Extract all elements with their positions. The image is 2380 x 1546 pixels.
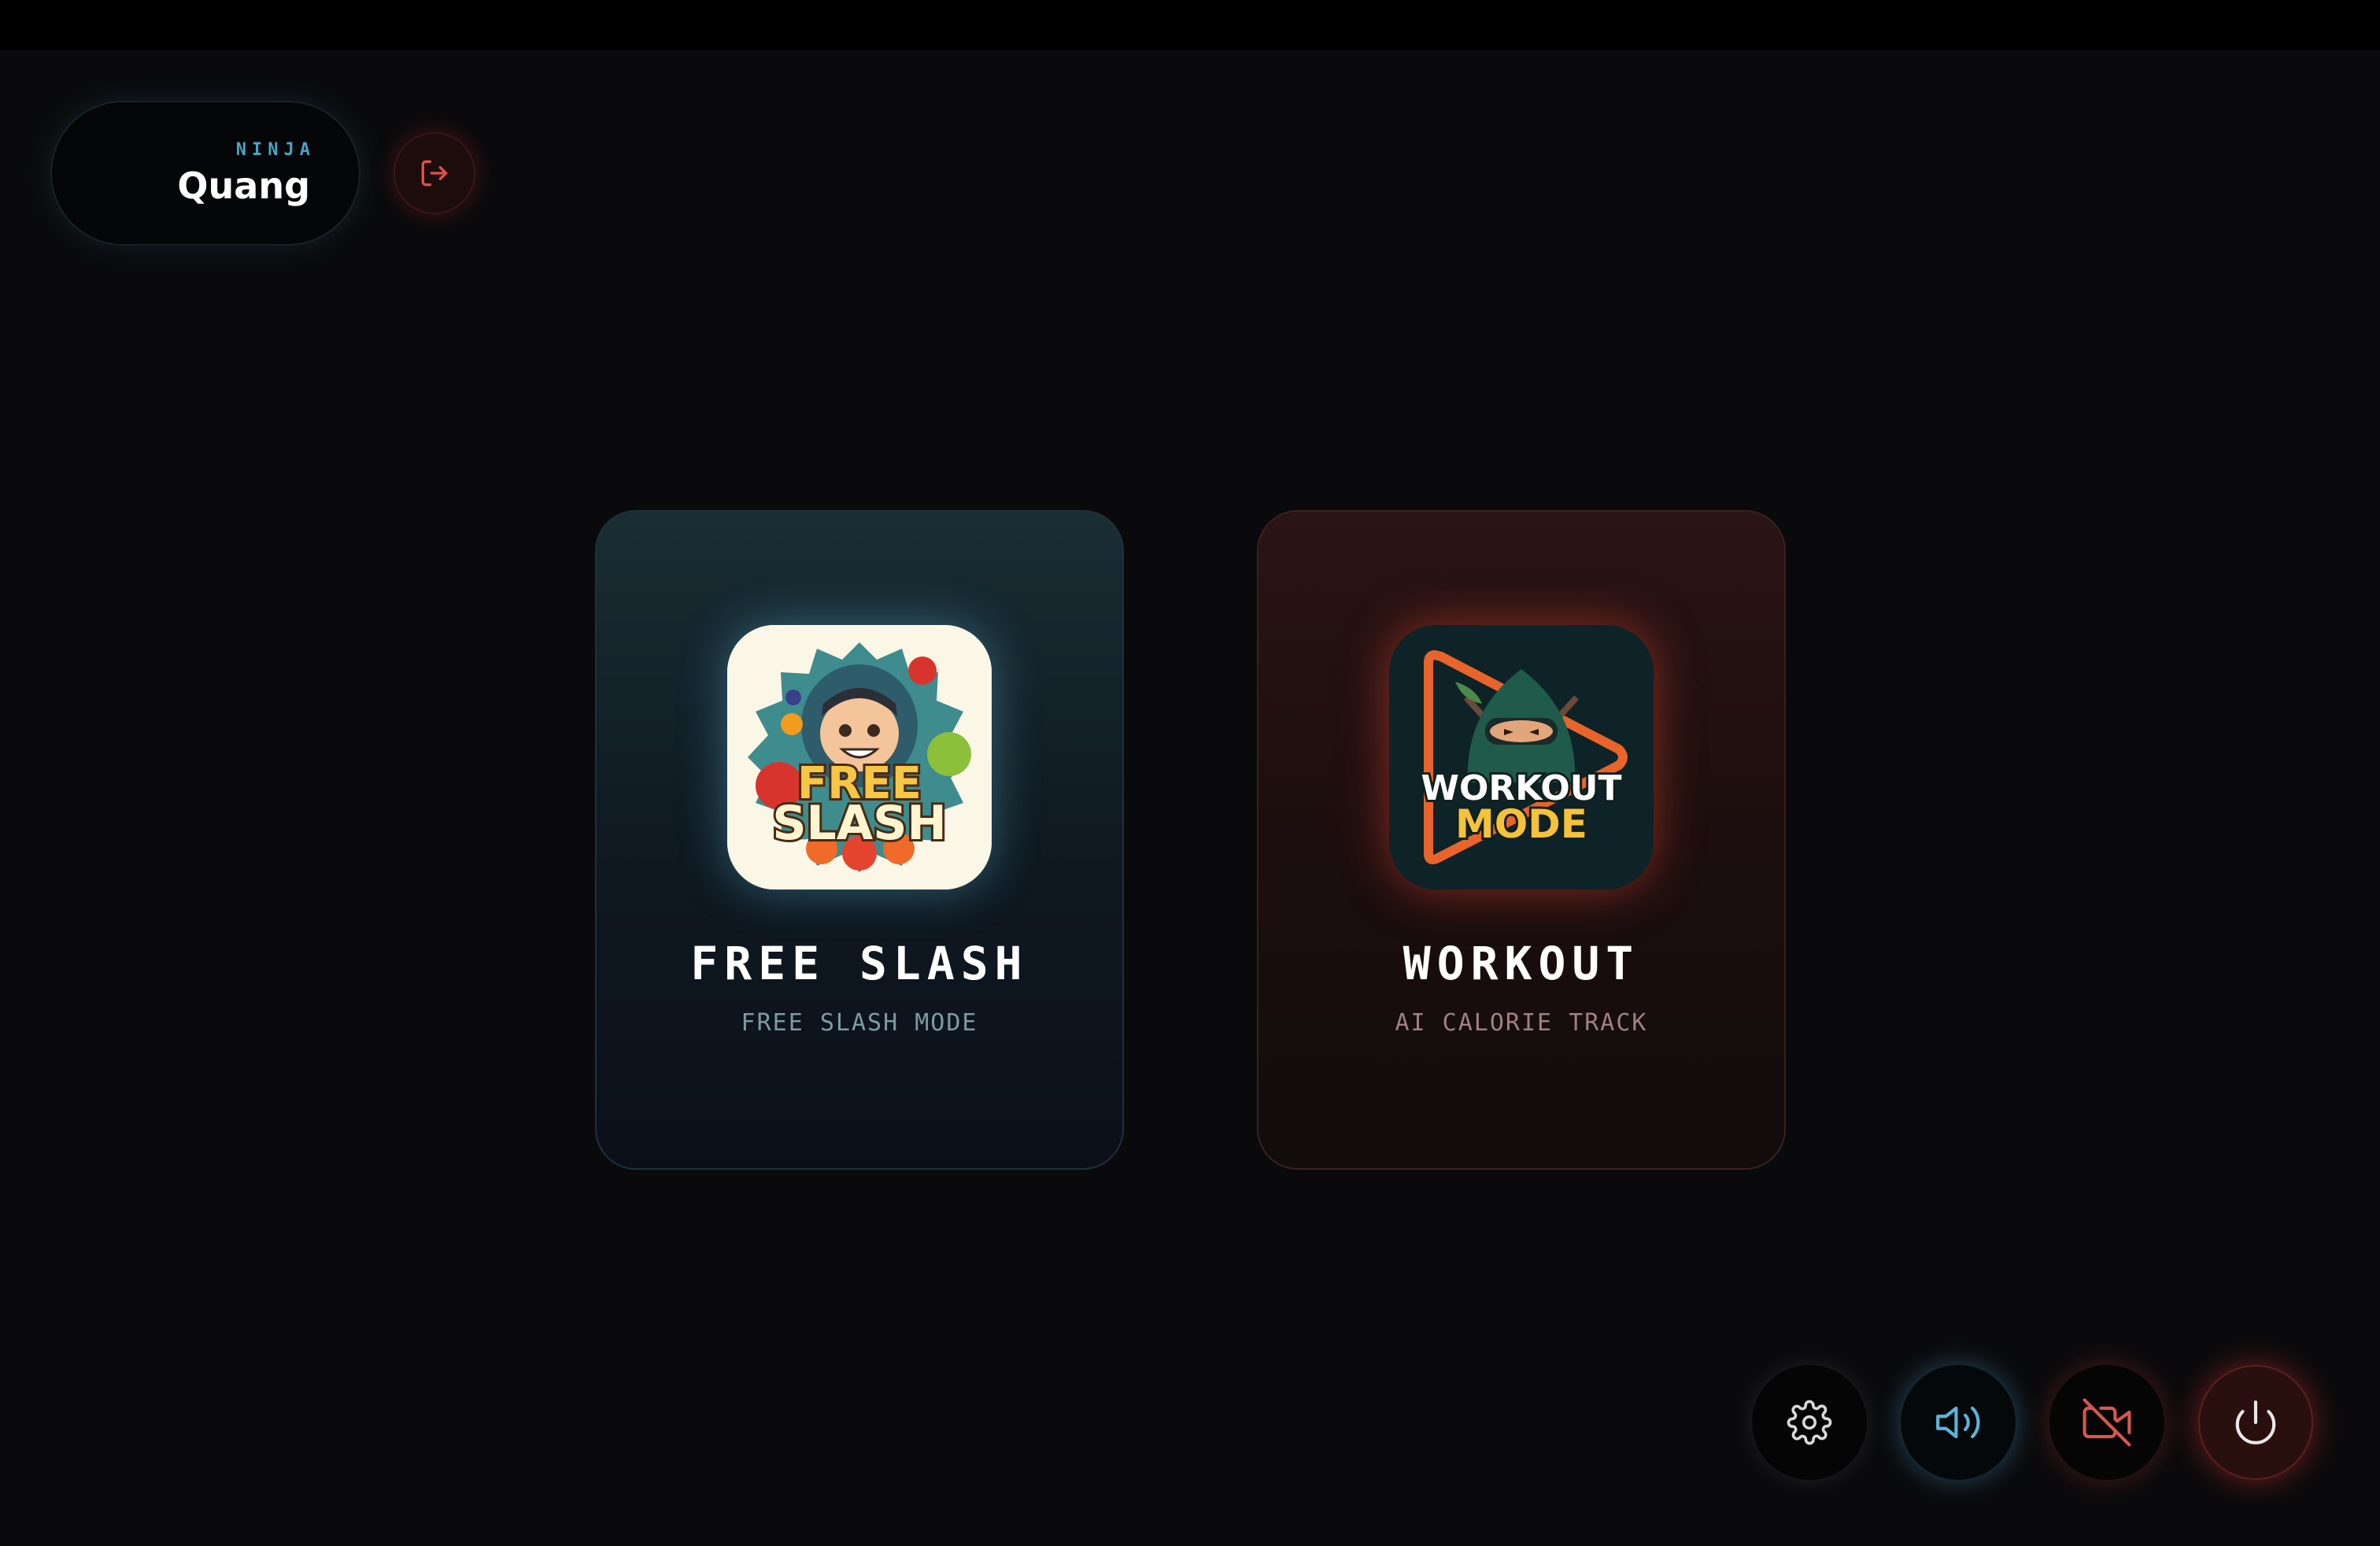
sound-button[interactable] <box>1901 1365 2016 1480</box>
free-slash-card[interactable]: FREE SLASH FREE SLASH FREE SLASH MODE <box>595 510 1124 1170</box>
free-slash-icon-text-2: SLASH <box>772 796 946 851</box>
power-icon <box>2231 1398 2280 1447</box>
power-button[interactable] <box>2198 1365 2313 1480</box>
workout-card[interactable]: WORKOUT MODE WORKOUT AI CALORIE TRACK <box>1257 510 1786 1170</box>
app-root: NINJA Quang FREE SLASH FREE SLASH FREE S… <box>0 0 2380 1546</box>
workout-title: WORKOUT <box>1402 937 1640 990</box>
gear-icon <box>1787 1400 1832 1445</box>
profile-pill[interactable]: NINJA Quang <box>50 101 360 246</box>
workout-app-icon: WORKOUT MODE <box>1389 625 1654 890</box>
workout-icon-text-2: MODE <box>1455 801 1587 847</box>
profile-name: Quang <box>177 164 310 207</box>
free-slash-title: FREE SLASH <box>690 937 1029 990</box>
camera-toggle-button[interactable] <box>2049 1365 2164 1480</box>
workout-subtitle: AI CALORIE TRACK <box>1395 1009 1648 1037</box>
settings-button[interactable] <box>1752 1365 1867 1480</box>
free-slash-app-icon: FREE SLASH <box>727 625 992 890</box>
profile-role: NINJA <box>235 139 316 160</box>
free-slash-subtitle: FREE SLASH MODE <box>741 1009 978 1037</box>
logout-button[interactable] <box>394 132 475 214</box>
logout-icon <box>417 156 452 190</box>
camera-off-icon <box>2082 1398 2131 1447</box>
speaker-icon <box>1934 1398 1983 1447</box>
top-bar <box>0 0 2380 50</box>
